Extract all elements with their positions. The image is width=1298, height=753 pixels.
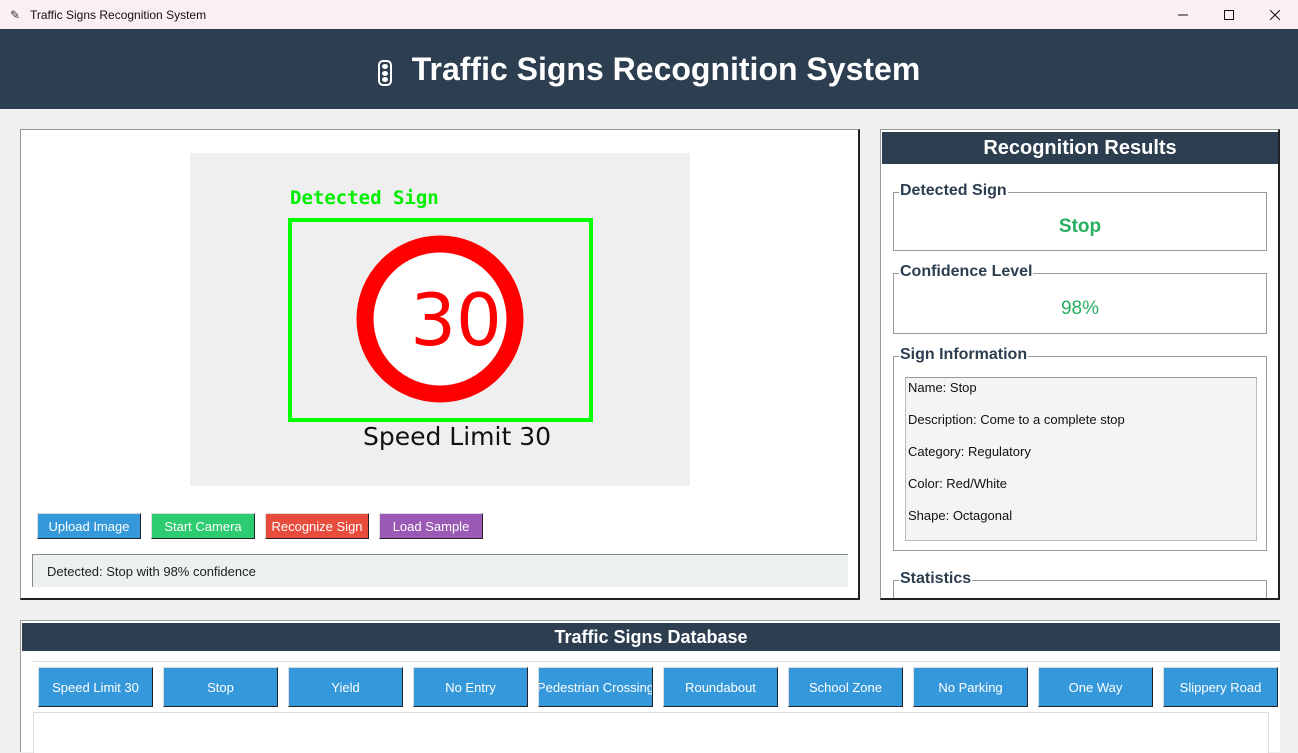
start-camera-button[interactable]: Start Camera: [151, 513, 255, 539]
database-panel: Traffic Signs Database Speed Limit 30 St…: [20, 620, 1280, 753]
traffic-light-icon: [377, 60, 392, 86]
minimize-icon: [1178, 14, 1188, 15]
database-sign-buttons: Speed Limit 30 Stop Yield No Entry Pedes…: [38, 667, 1278, 707]
detected-sign-label: Detected Sign: [899, 182, 1008, 200]
action-buttons: Upload Image Start Camera Recognize Sign…: [37, 513, 483, 539]
confidence-value: 98%: [1060, 298, 1100, 319]
info-line: Category: Regulatory: [908, 444, 1031, 459]
sign-button-no-parking[interactable]: No Parking: [913, 667, 1028, 707]
statistics-group: Statistics: [893, 570, 1267, 598]
page-title: Traffic Signs Recognition System: [411, 50, 921, 87]
sign-button-no-entry[interactable]: No Entry: [413, 667, 528, 707]
upload-image-button[interactable]: Upload Image: [37, 513, 141, 539]
image-panel: Detected Sign 30 Speed Limit 30 Upload I…: [20, 129, 860, 600]
app-header: Traffic Signs Recognition System: [0, 29, 1298, 109]
info-line: Name: Stop: [908, 380, 977, 395]
minimize-button[interactable]: [1160, 0, 1206, 29]
sign-button-school-zone[interactable]: School Zone: [788, 667, 903, 707]
results-panel: Recognition Results Detected Sign Stop C…: [880, 129, 1280, 600]
maximize-button[interactable]: [1206, 0, 1252, 29]
recognize-sign-button[interactable]: Recognize Sign: [265, 513, 369, 539]
image-preview: Detected Sign 30 Speed Limit 30: [190, 153, 690, 486]
maximize-icon: [1224, 9, 1234, 20]
window-controls: [1160, 0, 1298, 29]
database-title: Traffic Signs Database: [22, 623, 1280, 651]
window-title: Traffic Signs Recognition System: [30, 7, 207, 22]
results-title: Recognition Results: [882, 132, 1278, 164]
statistics-label: Statistics: [899, 570, 973, 588]
info-line: Description: Come to a complete stop: [908, 412, 1125, 427]
sign-caption: Speed Limit 30: [363, 422, 551, 451]
confidence-group: Confidence Level 98%: [893, 263, 1267, 334]
sign-info-group: Sign Information Name: Stop Description:…: [893, 346, 1267, 551]
sign-button-speed-limit-30[interactable]: Speed Limit 30: [38, 667, 153, 707]
load-sample-button[interactable]: Load Sample: [379, 513, 483, 539]
sign-button-pedestrian-crossing[interactable]: Pedestrian Crossing: [538, 667, 653, 707]
sign-button-stop[interactable]: Stop: [163, 667, 278, 707]
divider: [33, 661, 1279, 662]
close-button[interactable]: [1252, 0, 1298, 29]
sign-button-roundabout[interactable]: Roundabout: [663, 667, 778, 707]
detected-sign-group: Detected Sign Stop: [893, 182, 1267, 251]
feather-icon: ✎: [10, 7, 21, 22]
sign-number: 30: [410, 278, 502, 362]
window-titlebar: ✎ Traffic Signs Recognition System: [0, 0, 1298, 29]
sign-info-label: Sign Information: [899, 346, 1029, 364]
detected-image: Detected Sign 30 Speed Limit 30: [288, 187, 593, 451]
confidence-label: Confidence Level: [899, 263, 1034, 281]
sign-button-slippery-road[interactable]: Slippery Road: [1163, 667, 1278, 707]
sign-button-yield[interactable]: Yield: [288, 667, 403, 707]
sign-info-text[interactable]: Name: Stop Description: Come to a comple…: [905, 377, 1257, 541]
info-line: Shape: Octagonal: [908, 508, 1013, 523]
info-line: Color: Red/White: [908, 476, 1007, 491]
detected-sign-overlay-label: Detected Sign: [290, 187, 439, 209]
sign-button-one-way[interactable]: One Way: [1038, 667, 1153, 707]
database-detail-area: [33, 712, 1269, 753]
status-bar: Detected: Stop with 98% confidence: [32, 554, 848, 587]
detected-sign-value: Stop: [1058, 216, 1102, 237]
close-icon: [1270, 9, 1280, 20]
